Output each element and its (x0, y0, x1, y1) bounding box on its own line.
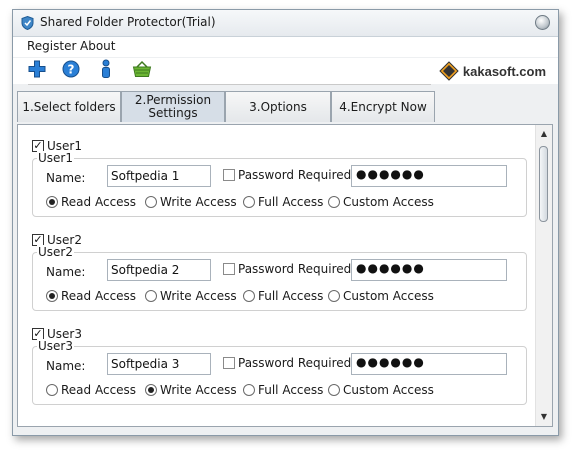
radio-label: Write Access (160, 289, 237, 303)
buy-button[interactable] (131, 58, 153, 80)
radio-label: Write Access (160, 383, 237, 397)
kakasoft-logo-icon (439, 61, 459, 81)
radio-selected[interactable] (145, 384, 157, 396)
radio-full-access[interactable]: Full Access (243, 383, 323, 397)
info-button[interactable] (95, 58, 117, 80)
vertical-scrollbar[interactable]: ▲ ▼ (535, 125, 552, 426)
user-frame-legend: User3 (37, 339, 74, 353)
close-button[interactable] (535, 15, 550, 30)
checkbox-unchecked[interactable] (223, 169, 235, 181)
user-frame: User3 Name: Password Required ●●●●●● Rea… (32, 339, 527, 405)
scrollbar-thumb[interactable] (539, 146, 548, 222)
radio-label: Read Access (61, 383, 137, 397)
radio-label: Custom Access (343, 289, 434, 303)
radio-label: Read Access (61, 289, 137, 303)
radio-write-access[interactable]: Write Access (145, 289, 237, 303)
radio-label: Write Access (160, 195, 237, 209)
radio-label: Read Access (61, 195, 137, 209)
help-icon: ? (62, 60, 80, 78)
scroll-down-arrow-icon[interactable]: ▼ (539, 412, 549, 422)
radio-custom-access[interactable]: Custom Access (328, 383, 434, 397)
access-radio-group: Read Access Write Access Full Access Cus… (46, 289, 516, 305)
radio-read-access[interactable]: Read Access (46, 195, 136, 209)
name-label: Name: (46, 265, 86, 279)
checkbox-checked[interactable]: ✓ (32, 327, 44, 340)
user-frame-legend: User2 (37, 245, 74, 259)
radio-unselected[interactable] (328, 196, 340, 208)
radio-unselected[interactable] (243, 290, 255, 302)
password-required-checkbox[interactable]: Password Required (223, 168, 351, 182)
radio-label: Full Access (258, 195, 324, 209)
tab-select-folders[interactable]: 1.Select folders (17, 91, 121, 122)
tab-encrypt-now[interactable]: 4.Encrypt Now (331, 91, 435, 122)
radio-custom-access[interactable]: Custom Access (328, 195, 434, 209)
shield-icon (21, 16, 34, 30)
radio-unselected[interactable] (328, 384, 340, 396)
name-input[interactable] (107, 259, 211, 281)
name-input[interactable] (107, 353, 211, 375)
menu-register[interactable]: Register (27, 39, 76, 53)
permission-panel: ✓ User1 User1 Name: Password Required ●●… (17, 124, 553, 427)
help-button[interactable]: ? (60, 58, 82, 80)
checkbox-checked[interactable]: ✓ (32, 233, 44, 246)
user-frame: User1 Name: Password Required ●●●●●● Rea… (32, 151, 527, 217)
toolbar-separator (28, 84, 431, 85)
password-input[interactable]: ●●●●●● (351, 165, 507, 187)
menu-about[interactable]: About (80, 39, 115, 53)
radio-unselected[interactable] (243, 384, 255, 396)
password-required-checkbox[interactable]: Password Required (223, 356, 351, 370)
radio-unselected[interactable] (145, 196, 157, 208)
name-input[interactable] (107, 165, 211, 187)
toolbar: ? kakasoft.com (13, 58, 558, 84)
password-required-label: Password Required (238, 262, 352, 276)
plus-icon (28, 60, 46, 78)
radio-custom-access[interactable]: Custom Access (328, 289, 434, 303)
user-frame-legend: User1 (37, 151, 74, 165)
radio-unselected[interactable] (46, 384, 58, 396)
radio-read-access[interactable]: Read Access (46, 289, 136, 303)
radio-selected[interactable] (46, 290, 58, 302)
radio-label: Full Access (258, 289, 324, 303)
radio-selected[interactable] (46, 196, 58, 208)
password-input[interactable]: ●●●●●● (351, 353, 507, 375)
info-icon (102, 59, 110, 78)
radio-label: Custom Access (343, 195, 434, 209)
radio-write-access[interactable]: Write Access (145, 195, 237, 209)
access-radio-group: Read Access Write Access Full Access Cus… (46, 383, 516, 399)
basket-icon (132, 60, 152, 77)
brand-name: kakasoft.com (462, 63, 546, 79)
menu-bar: Register About (13, 37, 558, 57)
password-input[interactable]: ●●●●●● (351, 259, 507, 281)
tab-options[interactable]: 3.Options (225, 91, 331, 122)
user-frame: User2 Name: Password Required ●●●●●● Rea… (32, 245, 527, 311)
scroll-up-arrow-icon[interactable]: ▲ (539, 129, 549, 139)
radio-unselected[interactable] (328, 290, 340, 302)
name-label: Name: (46, 359, 86, 373)
checkbox-unchecked[interactable] (223, 357, 235, 369)
radio-unselected[interactable] (145, 290, 157, 302)
app-window: Shared Folder Protector(Trial) Register … (12, 9, 559, 436)
radio-label: Custom Access (343, 383, 434, 397)
access-radio-group: Read Access Write Access Full Access Cus… (46, 195, 516, 211)
radio-label: Full Access (258, 383, 324, 397)
radio-unselected[interactable] (243, 196, 255, 208)
add-button[interactable] (26, 58, 48, 80)
checkbox-checked[interactable]: ✓ (32, 139, 44, 152)
svg-text:?: ? (68, 63, 75, 77)
password-required-checkbox[interactable]: Password Required (223, 262, 351, 276)
name-label: Name: (46, 171, 86, 185)
title-bar: Shared Folder Protector(Trial) (13, 10, 558, 37)
tab-permission-settings[interactable]: 2.Permission Settings (121, 91, 225, 122)
radio-write-access[interactable]: Write Access (145, 383, 237, 397)
password-required-label: Password Required (238, 168, 352, 182)
password-required-label: Password Required (238, 356, 352, 370)
checkbox-unchecked[interactable] (223, 263, 235, 275)
radio-read-access[interactable]: Read Access (46, 383, 136, 397)
brand-logo: kakasoft.com (439, 58, 546, 84)
window-title: Shared Folder Protector(Trial) (40, 15, 216, 29)
radio-full-access[interactable]: Full Access (243, 195, 323, 209)
radio-full-access[interactable]: Full Access (243, 289, 323, 303)
